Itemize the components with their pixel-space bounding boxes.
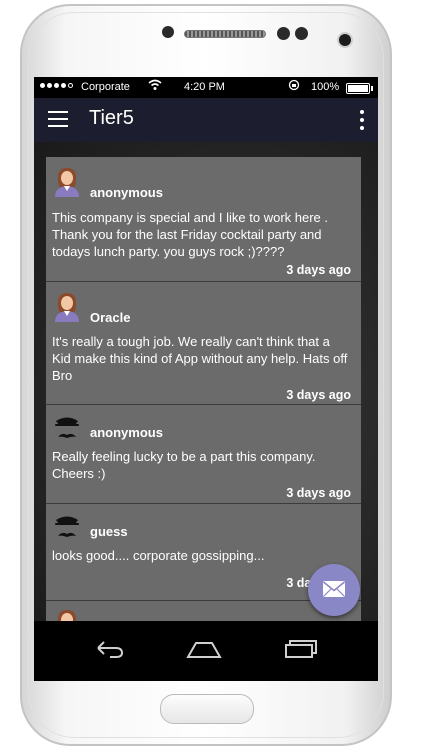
status-bar: Corporate 4:20 PM 100% bbox=[34, 77, 378, 98]
compose-message-button[interactable] bbox=[308, 564, 360, 616]
female-avatar-icon bbox=[54, 167, 80, 197]
post-username: guess bbox=[90, 524, 128, 539]
signal-icon bbox=[40, 83, 73, 88]
earpiece-speaker bbox=[184, 30, 266, 38]
mail-icon bbox=[322, 581, 346, 597]
back-icon[interactable] bbox=[92, 637, 126, 664]
post-message: It's really a tough job. We really can't… bbox=[52, 334, 348, 383]
female-avatar-icon bbox=[54, 292, 80, 322]
female-avatar-icon bbox=[54, 609, 80, 621]
mustache-avatar-icon bbox=[54, 415, 80, 445]
battery-percent: 100% bbox=[311, 81, 340, 93]
post-timestamp: 3 days ago bbox=[286, 486, 351, 500]
post-list: anonymous This company is special and I … bbox=[46, 157, 361, 621]
light-sensor bbox=[277, 27, 290, 40]
clock: 4:20 PM bbox=[184, 81, 225, 93]
front-camera bbox=[339, 34, 351, 46]
phone-screen: Corporate 4:20 PM 100% Tier5 anonymous T… bbox=[34, 77, 378, 681]
post-username: Oracle bbox=[90, 310, 131, 325]
post-username: anonymous bbox=[90, 425, 163, 440]
home-icon[interactable] bbox=[186, 637, 222, 664]
post-message: This company is special and I like to wo… bbox=[52, 210, 329, 259]
post-card[interactable]: anonymous This company is special and I … bbox=[46, 157, 361, 282]
feed-area[interactable]: anonymous This company is special and I … bbox=[34, 142, 378, 621]
recent-apps-icon[interactable] bbox=[284, 637, 318, 664]
post-card[interactable]: Oracle It's really a tough job. We reall… bbox=[46, 282, 361, 405]
post-message: looks good.... corporate gossipping... bbox=[52, 548, 265, 563]
post-username: anonymous bbox=[90, 185, 163, 200]
ir-sensor bbox=[295, 27, 308, 40]
carrier-name: Corporate bbox=[81, 81, 130, 93]
home-button[interactable] bbox=[160, 694, 254, 724]
rotation-lock-icon bbox=[288, 79, 300, 94]
post-timestamp: 3 days ago bbox=[286, 263, 351, 277]
mustache-avatar-icon bbox=[54, 514, 80, 544]
post-card[interactable]: anonymous Really feeling lucky to be a p… bbox=[46, 405, 361, 504]
proximity-sensor bbox=[162, 26, 174, 38]
overflow-menu-icon[interactable] bbox=[360, 110, 364, 130]
battery-icon bbox=[346, 83, 373, 94]
app-bar: Tier5 bbox=[34, 98, 378, 142]
hamburger-menu-icon[interactable] bbox=[48, 111, 68, 127]
post-timestamp: 3 days ago bbox=[286, 388, 351, 402]
app-title: Tier5 bbox=[89, 107, 134, 129]
wifi-icon bbox=[148, 79, 162, 94]
post-message: Really feeling lucky to be a part this c… bbox=[52, 449, 316, 481]
system-nav-bar bbox=[34, 621, 378, 681]
